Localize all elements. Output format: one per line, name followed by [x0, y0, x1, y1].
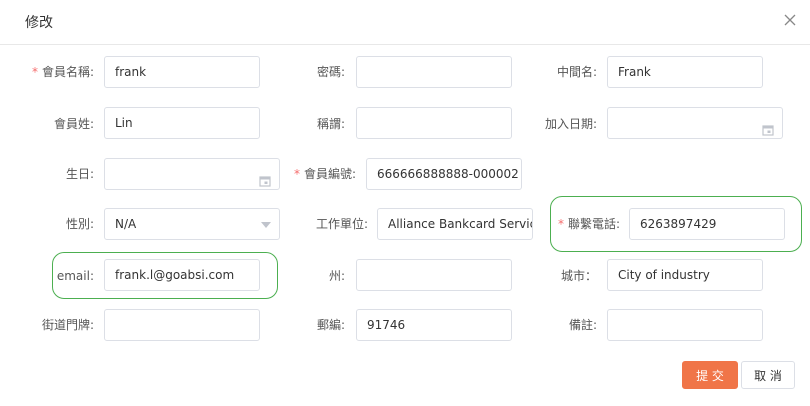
- required-mark: *: [557, 217, 564, 231]
- member-id-input[interactable]: 666666888888-000002: [366, 158, 522, 190]
- gender-label: 性別:: [65, 217, 94, 231]
- street-input[interactable]: [104, 309, 260, 341]
- email-label: email:: [56, 269, 94, 283]
- surname-label: 會員姓:: [53, 117, 94, 131]
- city-input[interactable]: City of industry: [607, 259, 763, 291]
- state-input[interactable]: [356, 259, 512, 291]
- employer-label: 工作單位:: [315, 217, 368, 231]
- member-id-label: * 會員編號:: [293, 167, 356, 181]
- required-mark: *: [31, 65, 38, 79]
- zip-label: 郵編:: [316, 318, 345, 332]
- title-input[interactable]: [356, 107, 512, 139]
- street-label: 街道門牌:: [41, 318, 94, 332]
- join-date-picker[interactable]: [607, 107, 783, 139]
- close-icon[interactable]: [782, 12, 798, 28]
- title-label: 稱謂:: [316, 117, 345, 131]
- phone-label: * 聯繫電話:: [557, 217, 620, 231]
- member-name-input[interactable]: frank: [104, 56, 260, 88]
- password-input[interactable]: [356, 56, 512, 88]
- join-date-label: 加入日期:: [544, 117, 597, 131]
- zip-input[interactable]: 91746: [356, 309, 512, 341]
- calendar-icon[interactable]: [259, 168, 271, 187]
- birthday-label: 生日:: [65, 167, 94, 181]
- calendar-icon[interactable]: [762, 117, 774, 136]
- city-label: 城市：: [560, 269, 597, 283]
- dialog-header: 修改: [0, 0, 810, 45]
- notes-label: 備註:: [568, 318, 597, 332]
- employer-input[interactable]: Alliance Bankcard Services: [377, 208, 533, 240]
- chevron-down-icon[interactable]: [261, 222, 271, 228]
- cancel-button[interactable]: 取 消: [741, 361, 795, 389]
- phone-input[interactable]: 6263897429: [629, 208, 785, 240]
- dialog-title: 修改: [25, 15, 53, 31]
- required-mark: *: [293, 167, 300, 181]
- surname-input[interactable]: Lin: [104, 107, 260, 139]
- state-label: 州:: [328, 269, 345, 283]
- submit-button[interactable]: 提 交: [682, 361, 738, 389]
- email-input[interactable]: frank.l@goabsi.com: [104, 259, 260, 291]
- member-name-label: * 會員名稱:: [31, 65, 94, 79]
- middle-name-input[interactable]: Frank: [607, 56, 763, 88]
- password-label: 密碼:: [316, 65, 345, 79]
- gender-select[interactable]: N/A: [104, 208, 280, 240]
- birthday-picker[interactable]: [104, 158, 280, 190]
- middle-name-label: 中間名:: [556, 65, 597, 79]
- notes-input[interactable]: [607, 309, 763, 341]
